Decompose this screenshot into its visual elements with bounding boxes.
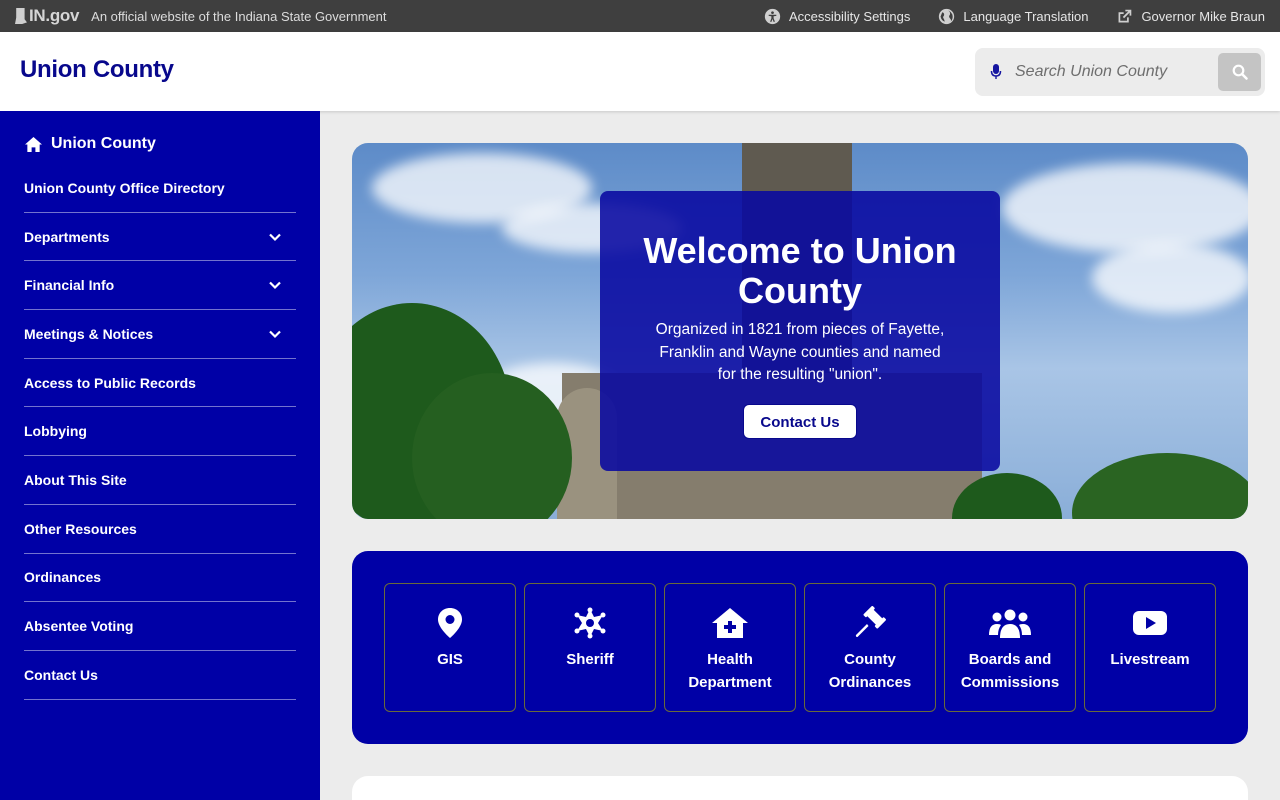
- sidebar-item-office-directory[interactable]: Union County Office Directory: [24, 164, 296, 213]
- quick-link-boards[interactable]: Boards and Commissions: [944, 583, 1076, 712]
- quick-link-health[interactable]: Health Department: [664, 583, 796, 712]
- content-card: [352, 776, 1248, 800]
- medical-house-icon: [712, 608, 748, 638]
- hero-description: Organized in 1821 from pieces of Fayette…: [655, 321, 945, 383]
- chevron-down-icon[interactable]: [268, 327, 282, 341]
- language-translation-link[interactable]: Language Translation: [938, 8, 1088, 25]
- search-input[interactable]: [1015, 57, 1191, 87]
- chevron-down-icon[interactable]: [268, 230, 282, 244]
- sidebar-menu: Union County Office Directory Department…: [24, 164, 296, 700]
- search-box: [975, 48, 1265, 96]
- hero-title: Welcome to Union County: [643, 230, 957, 311]
- sidebar-item-label: Financial Info: [24, 277, 115, 294]
- sidebar-item-label: Lobbying: [24, 423, 87, 440]
- sidebar-item-label: About This Site: [24, 471, 127, 488]
- quick-link-livestream[interactable]: Livestream: [1084, 583, 1216, 712]
- accessibility-settings-label: Accessibility Settings: [789, 8, 911, 24]
- sidebar-item-financial-info[interactable]: Financial Info: [24, 261, 296, 311]
- sidebar-item-meetings-notices[interactable]: Meetings & Notices: [24, 310, 296, 359]
- accessibility-settings-link[interactable]: Accessibility Settings: [764, 8, 910, 25]
- sheriff-badge-icon: [574, 607, 606, 639]
- sidebar-item-label: Absentee Voting: [24, 618, 134, 635]
- sidebar-item-other-resources[interactable]: Other Resources: [24, 505, 296, 554]
- ingov-branding: IN.gov An official website of the Indian…: [15, 6, 386, 26]
- hero-contact-button[interactable]: Contact Us: [743, 403, 857, 439]
- quick-link-label: Health Department: [688, 651, 772, 691]
- accessibility-icon: [764, 8, 781, 24]
- language-translation-label: Language Translation: [963, 8, 1089, 24]
- utility-links: Accessibility Settings Language Translat…: [764, 0, 1265, 32]
- gavel-icon: [855, 606, 887, 637]
- quick-link-ordinances[interactable]: County Ordinances: [804, 583, 936, 712]
- sidebar-item-label: Ordinances: [24, 569, 102, 586]
- home-icon: [25, 136, 42, 152]
- sidebar-item-departments[interactable]: Departments: [24, 213, 296, 262]
- chevron-down-icon[interactable]: [268, 278, 282, 292]
- official-website-text: An official website of the Indiana State…: [91, 8, 387, 24]
- quick-link-label: GIS: [437, 651, 463, 668]
- sidebar-item-about-site[interactable]: About This Site: [24, 456, 296, 505]
- quick-link-gis[interactable]: GIS: [384, 583, 516, 712]
- quick-link-label: Livestream: [1110, 651, 1190, 668]
- quick-links-panel: GIS Sheriff Health Department County Ord…: [352, 551, 1248, 744]
- governor-link[interactable]: Governor Mike Braun: [1116, 8, 1265, 25]
- people-group-icon: [989, 609, 1031, 638]
- ingov-logo[interactable]: IN.gov: [15, 6, 79, 26]
- site-header: Union County: [0, 32, 1280, 111]
- hero-welcome-card: Welcome to Union County Organized in 182…: [600, 191, 1000, 471]
- sidebar-item-label: Departments: [24, 228, 110, 245]
- quick-link-sheriff[interactable]: Sheriff: [524, 583, 656, 712]
- microphone-icon[interactable]: [989, 62, 1003, 82]
- youtube-icon: [1133, 611, 1167, 635]
- globe-icon: [939, 8, 955, 24]
- sidebar-item-label: Access to Public Records: [24, 374, 196, 391]
- sidebar-item-lobbying[interactable]: Lobbying: [24, 407, 296, 457]
- sidebar-item-label: Contact Us: [24, 666, 98, 683]
- search-button[interactable]: [1218, 53, 1261, 91]
- sidebar-item-public-records[interactable]: Access to Public Records: [24, 359, 296, 408]
- hero-banner: Welcome to Union County Organized in 182…: [352, 143, 1248, 519]
- governor-label: Governor Mike Braun: [1141, 8, 1265, 24]
- quick-link-label: Boards and Commissions: [960, 651, 1060, 691]
- search-icon: [1232, 64, 1248, 80]
- sidebar-home-link[interactable]: Union County: [24, 135, 156, 153]
- sidebar-nav: Union County Union County Office Directo…: [0, 111, 320, 800]
- sidebar-item-absentee-voting[interactable]: Absentee Voting: [24, 602, 296, 651]
- external-link-icon: [1118, 9, 1132, 22]
- quick-link-label: Sheriff: [566, 651, 614, 668]
- sidebar-item-label: Union County Office Directory: [24, 179, 225, 196]
- sidebar-item-label: Meetings & Notices: [24, 325, 154, 342]
- ingov-logo-text: IN.gov: [29, 6, 80, 25]
- quick-link-label: County Ordinances: [828, 651, 912, 691]
- sidebar-home-label: Union County: [51, 135, 156, 152]
- site-title[interactable]: Union County: [20, 56, 174, 84]
- sidebar-item-label: Other Resources: [24, 520, 137, 537]
- utility-bar: IN.gov An official website of the Indian…: [0, 0, 1280, 32]
- sidebar-item-ordinances[interactable]: Ordinances: [24, 554, 296, 603]
- indiana-state-icon: [15, 8, 27, 24]
- map-pin-icon: [438, 608, 462, 638]
- sidebar-item-contact-us[interactable]: Contact Us: [24, 651, 296, 700]
